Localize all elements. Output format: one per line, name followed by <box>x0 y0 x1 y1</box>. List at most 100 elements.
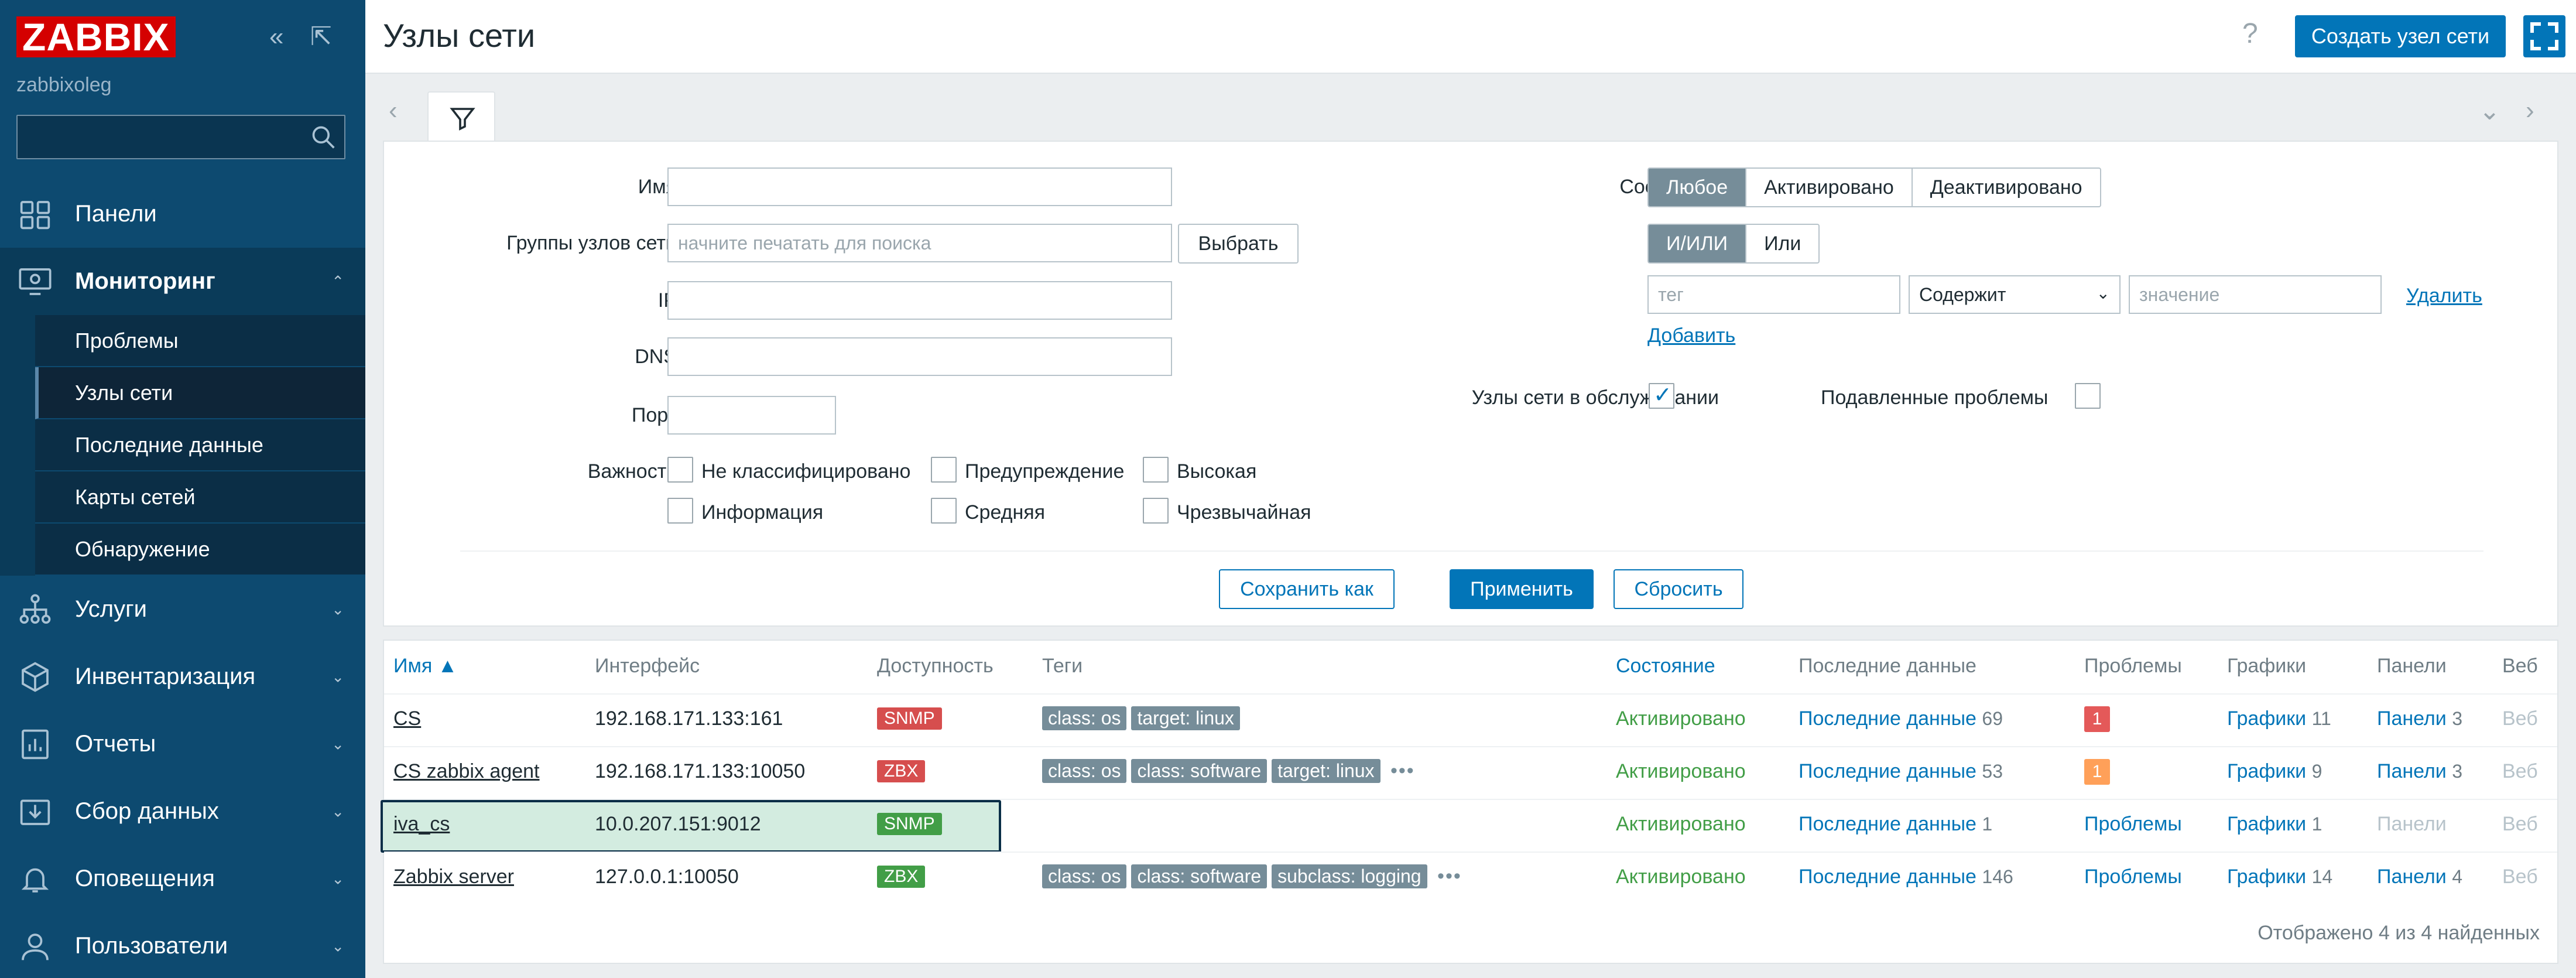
web-link: Веб <box>2502 707 2538 730</box>
sub-item-discovery[interactable]: Обнаружение <box>35 524 365 576</box>
tags-or-option[interactable]: Или <box>1746 225 1818 262</box>
tag-chip[interactable]: class: os <box>1042 864 1127 888</box>
severity-high-checkbox[interactable] <box>1143 457 1169 483</box>
tag-chip[interactable]: class: software <box>1131 864 1268 888</box>
monitoring-submenu: Проблемы Узлы сети Последние данные Карт… <box>0 315 365 576</box>
nav-services[interactable]: Услуги ⌄ <box>0 576 365 643</box>
filter-port-input[interactable] <box>667 396 836 435</box>
host-status[interactable]: Активировано <box>1616 813 1746 836</box>
status-disabled-option[interactable]: Деактивировано <box>1913 169 2100 206</box>
problems-link[interactable]: Проблемы <box>2084 866 2182 888</box>
host-status[interactable]: Активировано <box>1616 760 1746 783</box>
sub-item-hosts[interactable]: Узлы сети <box>35 367 365 419</box>
tag-chip[interactable]: target: linux <box>1131 706 1240 730</box>
graphs-count: 11 <box>2311 708 2331 729</box>
latest-data-link[interactable]: Последние данные 69 <box>1799 707 2003 730</box>
status-any-option[interactable]: Любое <box>1649 169 1747 206</box>
filter-ip-input[interactable] <box>667 281 1172 320</box>
tag-value-input[interactable]: значение <box>2129 275 2382 314</box>
problem-count-badge[interactable]: 1 <box>2084 759 2110 785</box>
problems-link[interactable]: Проблемы <box>2084 813 2182 836</box>
graphs-link[interactable]: Графики 9 <box>2227 760 2322 783</box>
zabbix-logo[interactable]: ZABBIX <box>16 16 176 57</box>
severity-average-checkbox[interactable] <box>931 498 957 524</box>
sub-item-problems[interactable]: Проблемы <box>35 315 365 367</box>
latest-data-link[interactable]: Последние данные 146 <box>1799 866 2013 888</box>
dashboards-link[interactable]: Панели 3 <box>2377 707 2462 730</box>
tag-chip[interactable]: class: os <box>1042 706 1127 730</box>
chevron-down-icon[interactable]: ⌄ <box>2479 96 2500 126</box>
graphs-link[interactable]: Графики 11 <box>2227 707 2331 730</box>
nav-inventory[interactable]: Инвентаризация ⌄ <box>0 643 365 710</box>
reset-button[interactable]: Сбросить <box>1614 569 1743 609</box>
filter-dns-input[interactable] <box>667 337 1172 376</box>
nav-monitoring[interactable]: Мониторинг ⌃ <box>0 248 365 315</box>
apply-button[interactable]: Применить <box>1450 569 1594 609</box>
more-tags-icon[interactable]: ••• <box>1437 865 1462 887</box>
tag-name-input[interactable]: тег <box>1647 275 1900 314</box>
help-icon[interactable]: ? <box>2242 18 2258 50</box>
host-name-link[interactable]: iva_cs <box>393 813 450 836</box>
status-enabled-option[interactable]: Активировано <box>1746 169 1913 206</box>
filter-groups-input[interactable]: начните печатать для поиска <box>667 224 1172 262</box>
page-title: Узлы сети <box>383 17 536 54</box>
save-as-button[interactable]: Сохранить как <box>1219 569 1395 609</box>
inventory-icon <box>22 662 49 692</box>
dashboards-link[interactable]: Панели 4 <box>2377 866 2462 888</box>
graphs-link[interactable]: Графики 14 <box>2227 866 2332 888</box>
collapse-sidebar-icon[interactable]: « <box>269 22 283 52</box>
severity-information-checkbox[interactable] <box>667 498 693 524</box>
filter-name-input[interactable] <box>667 167 1172 206</box>
host-name-link[interactable]: Zabbix server <box>393 866 514 888</box>
tag-chip[interactable]: target: linux <box>1272 759 1381 783</box>
select-groups-button[interactable]: Выбрать <box>1178 224 1299 264</box>
tag-operator-select[interactable]: Содержит ⌄ <box>1909 275 2121 314</box>
host-name-link[interactable]: CS <box>393 707 421 730</box>
suppressed-checkbox[interactable] <box>2075 383 2101 409</box>
kiosk-mode-icon[interactable]: ⇱ <box>310 22 332 52</box>
graphs-link[interactable]: Графики 1 <box>2227 813 2322 836</box>
nav-alerts[interactable]: Оповещения ⌄ <box>0 845 365 912</box>
host-status[interactable]: Активировано <box>1616 866 1746 888</box>
chevron-down-icon: ⌄ <box>331 937 344 955</box>
sub-item-maps[interactable]: Карты сетей <box>35 471 365 524</box>
tab-filter[interactable] <box>427 91 495 144</box>
sidebar-search-input[interactable] <box>16 115 345 159</box>
problem-count-badge[interactable]: 1 <box>2084 706 2110 732</box>
fullscreen-button[interactable] <box>2523 15 2565 57</box>
create-host-button[interactable]: Создать узел сети <box>2295 15 2506 57</box>
nav-users[interactable]: Пользователи ⌄ <box>0 912 365 978</box>
tag-chip[interactable]: subclass: logging <box>1272 864 1427 888</box>
nav-reports[interactable]: Отчеты ⌄ <box>0 710 365 778</box>
dashboards-label: Панели <box>2377 760 2447 782</box>
host-status[interactable]: Активировано <box>1616 707 1746 730</box>
filter-groups-label: Группы узлов сети <box>506 232 677 254</box>
add-tag-link[interactable]: Добавить <box>1647 324 1735 347</box>
sub-item-latest-data[interactable]: Последние данные <box>35 419 365 471</box>
host-name-link[interactable]: CS zabbix agent <box>393 760 540 783</box>
column-header-status[interactable]: Состояние <box>1616 655 1715 678</box>
table-footer-count: Отображено 4 из 4 найденных <box>2258 922 2540 944</box>
latest-data-link[interactable]: Последние данные 1 <box>1799 813 1992 836</box>
tag-chip[interactable]: class: os <box>1042 759 1127 783</box>
remove-tag-link[interactable]: Удалить <box>2406 285 2482 307</box>
severity-disaster-checkbox[interactable] <box>1143 498 1169 524</box>
latest-data-count: 69 <box>1982 708 2003 729</box>
host-interface: 10.0.207.151:9012 <box>595 813 761 835</box>
latest-data-label: Последние данные <box>1799 813 1976 835</box>
column-header-name[interactable]: Имя ▲ <box>393 655 457 678</box>
tags-and-or-option[interactable]: И/ИЛИ <box>1649 225 1747 262</box>
severity-warning-checkbox[interactable] <box>931 457 957 483</box>
tag-chip[interactable]: class: software <box>1131 759 1268 783</box>
maintenance-checkbox[interactable] <box>1649 382 1674 409</box>
chevron-left-icon[interactable]: ‹ <box>389 96 398 125</box>
services-icon <box>19 594 51 624</box>
severity-not-classified-checkbox[interactable] <box>667 457 693 483</box>
more-tags-icon[interactable]: ••• <box>1390 760 1415 782</box>
dashboards-link[interactable]: Панели 3 <box>2377 760 2462 783</box>
latest-data-link[interactable]: Последние данные 53 <box>1799 760 2003 783</box>
nav-dashboards[interactable]: Панели <box>0 180 365 248</box>
nav-data-collection[interactable]: Сбор данных ⌄ <box>0 778 365 845</box>
chevron-right-icon[interactable]: › <box>2526 96 2534 125</box>
search-icon[interactable] <box>310 124 336 150</box>
